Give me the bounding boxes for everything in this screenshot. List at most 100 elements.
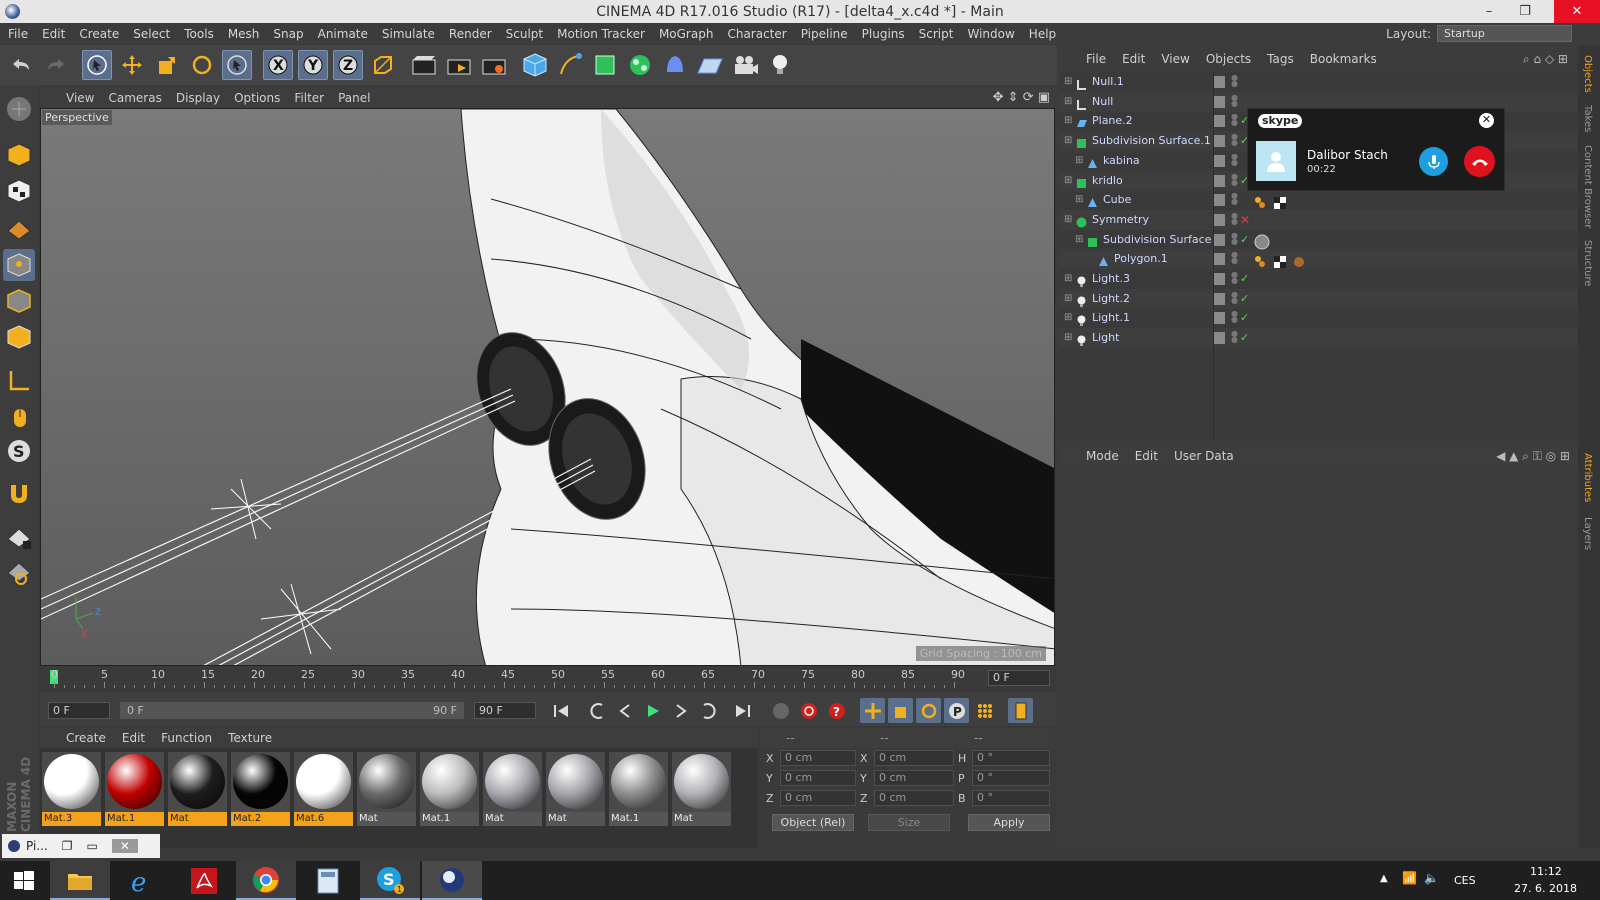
layer-swatch[interactable] — [1213, 115, 1225, 128]
pen-spline-button[interactable] — [555, 50, 585, 80]
deformer-button[interactable] — [660, 50, 690, 80]
close-window-button[interactable]: ✕ — [1554, 0, 1600, 23]
attributes-menu-edit[interactable]: Edit — [1135, 449, 1158, 463]
key-rotation-icon[interactable] — [916, 698, 941, 723]
menu-animate[interactable]: Animate — [318, 27, 368, 41]
mini-close-button[interactable]: ✕ — [111, 839, 138, 853]
preview-range-slider[interactable]: 0 F 90 F — [120, 702, 464, 719]
viewport-menu-options[interactable]: Options — [234, 91, 280, 105]
render-settings-button[interactable] — [479, 50, 509, 80]
menu-render[interactable]: Render — [449, 27, 492, 41]
visibility-dots-icon[interactable]: ● ● — [1231, 271, 1238, 286]
undo-button[interactable] — [6, 50, 36, 80]
menu-script[interactable]: Script — [919, 27, 954, 41]
scale-tool-button[interactable] — [152, 50, 182, 80]
z-axis-lock-button[interactable]: Z — [333, 50, 363, 80]
expand-toggle-icon[interactable]: ⊞ — [1064, 171, 1072, 191]
start-frame-field[interactable]: 0 F — [48, 702, 110, 719]
menu-file[interactable]: File — [8, 27, 28, 41]
expand-toggle-icon[interactable]: ⊞ — [1064, 131, 1072, 151]
move-tool-button[interactable] — [117, 50, 147, 80]
tab-structure[interactable]: Structure — [1582, 240, 1593, 287]
object-row[interactable]: ⊞ Null.1 ● ● — [1060, 72, 1578, 92]
expand-toggle-icon[interactable]: ⊞ — [1064, 308, 1072, 328]
menu-simulate[interactable]: Simulate — [382, 27, 435, 41]
visibility-dots-icon[interactable]: ● ● — [1231, 330, 1238, 345]
object-row[interactable]: ⊞ Cube ● ● — [1060, 190, 1578, 210]
skype-close-button[interactable]: ✕ — [1479, 113, 1494, 128]
expand-toggle-icon[interactable]: ⊞ — [1064, 92, 1072, 112]
objects-menu-bookmarks[interactable]: Bookmarks — [1310, 52, 1377, 66]
microphone-icon[interactable] — [1419, 147, 1448, 176]
object-name[interactable]: Cube — [1103, 190, 1131, 210]
visibility-dots-icon[interactable]: ● ● — [1231, 290, 1238, 306]
workplane-lock-button[interactable] — [3, 521, 35, 553]
minimize-button[interactable]: – — [1474, 0, 1504, 23]
start-button-icon[interactable] — [0, 861, 48, 900]
timeline-window-icon[interactable] — [1008, 698, 1033, 723]
next-frame-icon[interactable] — [668, 698, 693, 723]
rotate-tool-button[interactable] — [187, 50, 217, 80]
go-to-end-icon[interactable] — [730, 698, 755, 723]
enabled-check-icon[interactable]: ✓ — [1240, 269, 1249, 289]
visibility-dots-icon[interactable]: ● ● — [1231, 310, 1238, 325]
render-to-picture-viewer-button[interactable] — [444, 50, 474, 80]
redo-button[interactable] — [41, 50, 71, 80]
record-disabled-icon[interactable] — [768, 698, 793, 723]
viewport-nav-icons[interactable]: ✥ ⇕ ⟳ ▣ — [993, 90, 1050, 105]
points-mode-button[interactable] — [3, 249, 35, 281]
menu-create[interactable]: Create — [79, 27, 119, 41]
visibility-dots-icon[interactable]: ● ● — [1231, 211, 1238, 227]
menu-tools[interactable]: Tools — [184, 27, 214, 41]
light-button[interactable] — [765, 50, 795, 80]
object-name[interactable]: kridlo — [1092, 171, 1123, 191]
object-name[interactable]: Light.3 — [1092, 269, 1130, 289]
model-mode-button[interactable] — [3, 139, 35, 171]
clock-time[interactable]: 11:12 — [1530, 865, 1562, 878]
menu-plugins[interactable]: Plugins — [862, 27, 905, 41]
clock-date[interactable]: 27. 6. 2018 — [1514, 882, 1577, 895]
object-row[interactable]: Polygon.1 ● ● — [1060, 249, 1578, 270]
recent-tool-button[interactable] — [222, 50, 252, 80]
pos-z-field[interactable]: 0 cm — [780, 790, 856, 806]
render-view-button[interactable] — [409, 50, 439, 80]
cube-tags[interactable] — [1254, 196, 1288, 213]
material-swatch[interactable]: Mat — [672, 752, 731, 826]
object-name[interactable]: Plane.2 — [1092, 111, 1133, 131]
material-swatch[interactable]: Mat.3 — [42, 752, 101, 826]
material-menu-edit[interactable]: Edit — [122, 731, 145, 745]
object-name[interactable]: Light.1 — [1092, 308, 1130, 328]
expand-toggle-icon[interactable]: ⊞ — [1064, 289, 1072, 309]
maximize-button[interactable]: ❐ — [1510, 0, 1540, 23]
viewport-menu-filter[interactable]: Filter — [294, 91, 324, 105]
visibility-dots-icon[interactable]: ● ● — [1231, 74, 1238, 89]
object-name[interactable]: Polygon.1 — [1114, 249, 1168, 269]
layer-swatch[interactable] — [1213, 213, 1225, 226]
object-row[interactable]: ⊞ Symmetry ● ● ✕ — [1060, 209, 1578, 230]
menu-motion-tracker[interactable]: Motion Tracker — [557, 27, 645, 41]
attributes-menu-mode[interactable]: Mode — [1086, 449, 1119, 463]
cinema4d-taskbar-icon[interactable] — [422, 861, 482, 900]
cloner-button[interactable] — [625, 50, 655, 80]
key-parameter-icon[interactable]: P — [944, 698, 969, 723]
coordinate-mode-dropdown[interactable]: Object (Rel) — [772, 814, 854, 831]
object-name[interactable]: kabina — [1103, 151, 1140, 171]
material-swatch[interactable]: Mat — [546, 752, 605, 826]
material-menu-function[interactable]: Function — [161, 731, 212, 745]
disabled-cross-icon[interactable]: ✕ — [1240, 210, 1250, 230]
menu-mograph[interactable]: MoGraph — [659, 27, 714, 41]
symmetry-tag[interactable] — [1254, 234, 1270, 253]
tab-takes[interactable]: Takes — [1582, 105, 1593, 132]
go-to-start-icon[interactable] — [548, 698, 573, 723]
material-menu-create[interactable]: Create — [66, 731, 106, 745]
record-active-keys-icon[interactable] — [796, 698, 821, 723]
object-name[interactable]: Subdivision Surface.1 — [1092, 131, 1211, 151]
y-axis-lock-button[interactable]: Y — [298, 50, 328, 80]
cube-primitive-button[interactable] — [520, 50, 550, 80]
expand-toggle-icon[interactable]: ⊞ — [1064, 328, 1072, 348]
material-swatch[interactable]: Mat.1 — [105, 752, 164, 826]
previous-keyframe-icon[interactable] — [584, 698, 609, 723]
object-row[interactable]: ⊞ Light.2 ● ● ✓ — [1060, 288, 1578, 309]
objects-menu-view[interactable]: View — [1161, 52, 1189, 66]
make-editable-button[interactable] — [3, 93, 35, 125]
